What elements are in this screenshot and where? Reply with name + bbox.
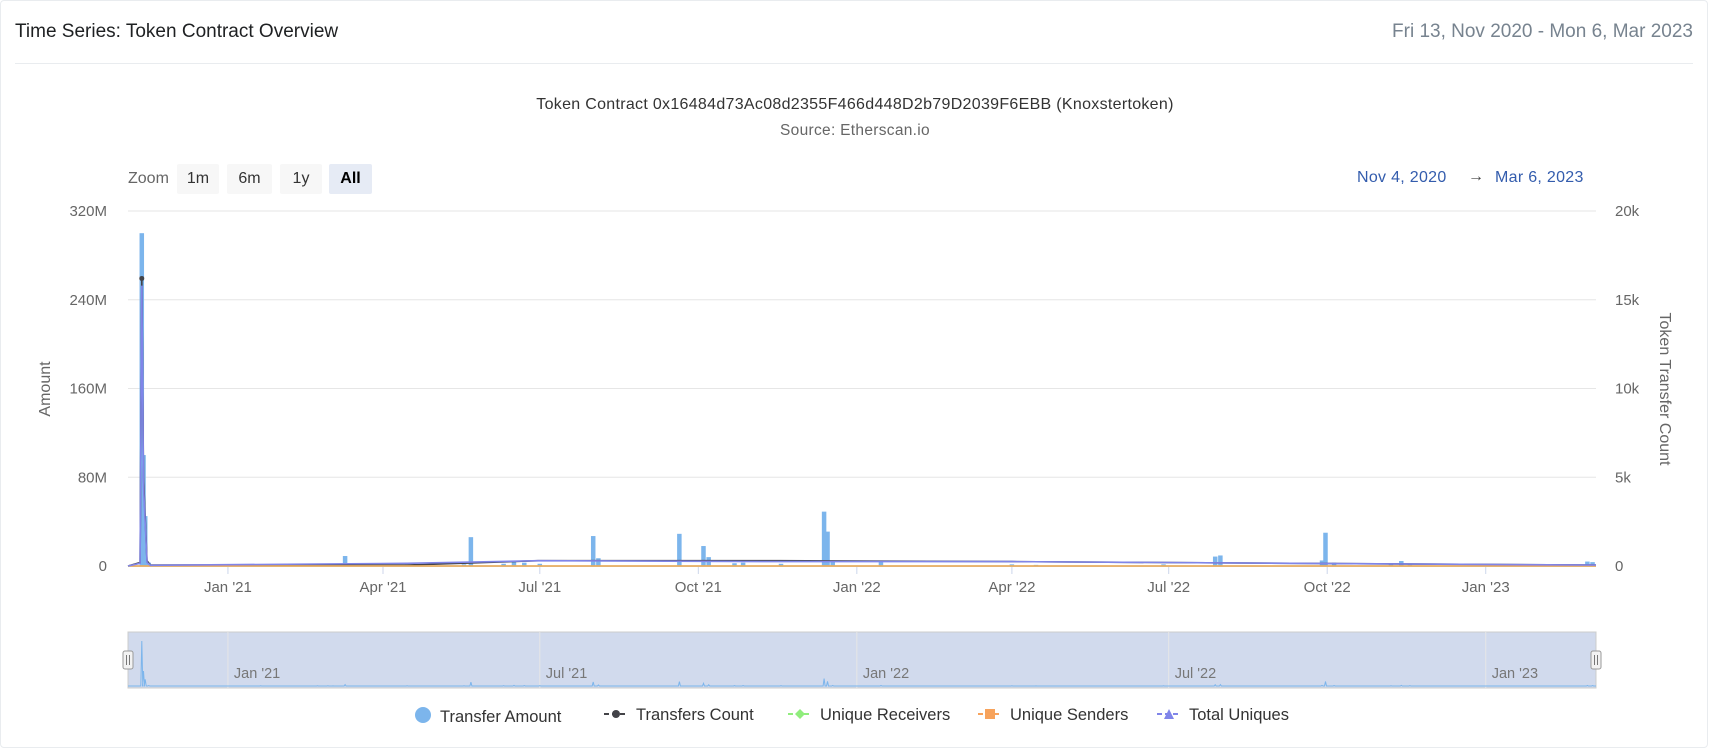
y-right-tick-label: 0 [1615, 558, 1623, 575]
transfer-amount-bar[interactable] [1212, 556, 1218, 566]
transfer-amount-bar[interactable] [1323, 532, 1328, 566]
transfers-count-marker[interactable] [139, 275, 145, 281]
x-tick-label: Jan '21 [204, 579, 252, 596]
chart-plot: 0 80M 160M 240M 320M 0 5k 10k 15k 20k Jan '21 Apr… [37, 203, 1673, 689]
transfer-amount-bars [139, 233, 1595, 566]
navigator-handle-right[interactable] [1590, 650, 1602, 670]
navigator-label: Jan '23 [1492, 666, 1538, 682]
y-axis-right: 0 5k 10k 15k 20k [1615, 203, 1640, 575]
x-tick-label: Oct '22 [1304, 579, 1351, 596]
legend-item-unique-senders[interactable]: Unique Senders [978, 706, 1128, 730]
y-left-tick-label: 0 [99, 558, 107, 575]
square-icon [978, 706, 1002, 725]
transfer-amount-bar[interactable] [1218, 555, 1223, 566]
x-tick-label: Oct '21 [675, 579, 722, 596]
y-axis-left-title: Amount [37, 361, 54, 417]
y-right-tick-label: 15k [1615, 292, 1640, 309]
legend-item-transfer-amount[interactable]: Transfer Amount [414, 706, 561, 730]
y-right-tick-label: 10k [1615, 381, 1640, 398]
circle-icon [414, 706, 432, 729]
legend-item-transfers-count[interactable]: Transfers Count [604, 706, 754, 730]
y-axis-left: 0 80M 160M 240M 320M [69, 203, 107, 575]
line-marker-icon [604, 706, 628, 725]
navigator-handle-left[interactable] [122, 650, 134, 670]
triangle-icon [1157, 706, 1181, 725]
series-lines [127, 275, 1597, 567]
series-line-total-uniques[interactable] [127, 285, 1597, 567]
y-left-tick-label: 160M [69, 381, 107, 398]
x-tick-label: Jul '21 [518, 579, 561, 596]
y-right-tick-label: 20k [1615, 203, 1640, 220]
y-axis-right-title: Token Transfer Count [1656, 313, 1673, 467]
y-right-tick-label: 5k [1615, 469, 1631, 486]
y-left-tick-label: 80M [78, 469, 107, 486]
x-tick-label: Apr '21 [359, 579, 406, 596]
y-left-tick-label: 240M [69, 292, 107, 309]
diamond-icon [788, 706, 812, 725]
y-left-tick-label: 320M [69, 203, 107, 220]
x-tick-label: Jan '22 [833, 579, 881, 596]
navigator-label: Jan '22 [863, 666, 909, 682]
navigator-label: Jul '22 [1175, 666, 1216, 682]
x-axis: Jan '21 Apr '21 Jul '21 Oct '21 Jan '22 Apr '… [128, 566, 1596, 596]
x-tick-label: Apr '22 [988, 579, 1035, 596]
navigator-label: Jul '21 [546, 666, 587, 682]
transfer-amount-bar[interactable] [596, 558, 601, 566]
navigator-label: Jan '21 [234, 666, 280, 682]
navigator[interactable]: Jan '21 Jul '21 Jan '22 Jul '22 Jan '23 [122, 631, 1602, 689]
transfer-amount-bar[interactable] [701, 546, 706, 566]
legend-item-total-uniques[interactable]: Total Uniques [1157, 706, 1289, 730]
legend: Transfer Amount Transfers Count Unique R… [0, 706, 1710, 730]
x-tick-label: Jul '22 [1147, 579, 1190, 596]
grid-lines [128, 210, 1596, 567]
legend-item-unique-receivers[interactable]: Unique Receivers [788, 706, 950, 730]
x-tick-label: Jan '23 [1462, 579, 1510, 596]
series-line-transfers-count[interactable] [127, 278, 1597, 567]
